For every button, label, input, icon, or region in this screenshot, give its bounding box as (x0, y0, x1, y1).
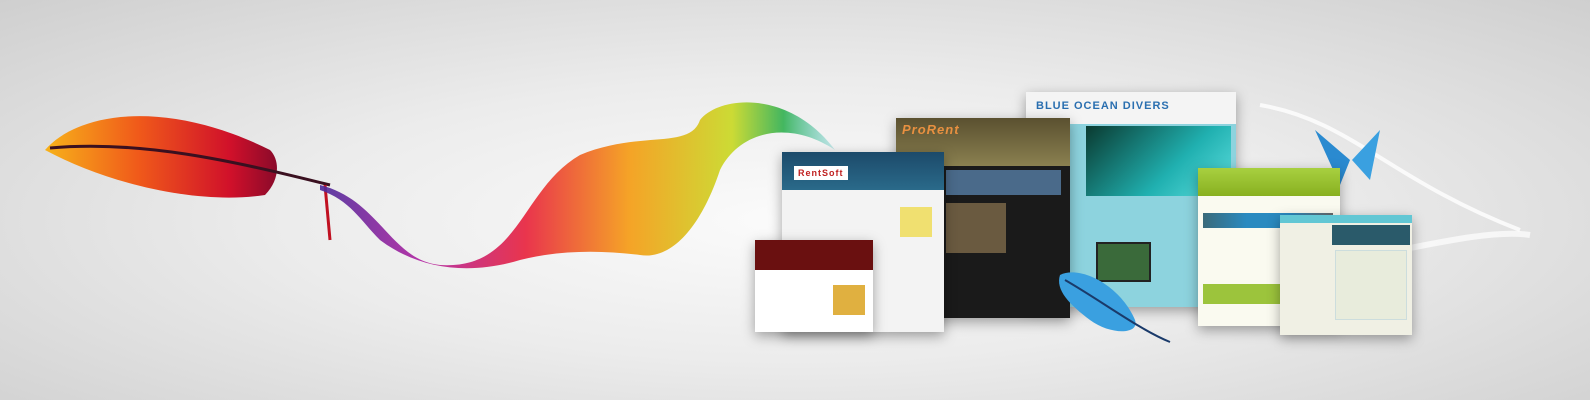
blue-feather-icon (1059, 272, 1171, 343)
banner: Blue Ocean Divers ProRent RentSoft (0, 0, 1590, 400)
